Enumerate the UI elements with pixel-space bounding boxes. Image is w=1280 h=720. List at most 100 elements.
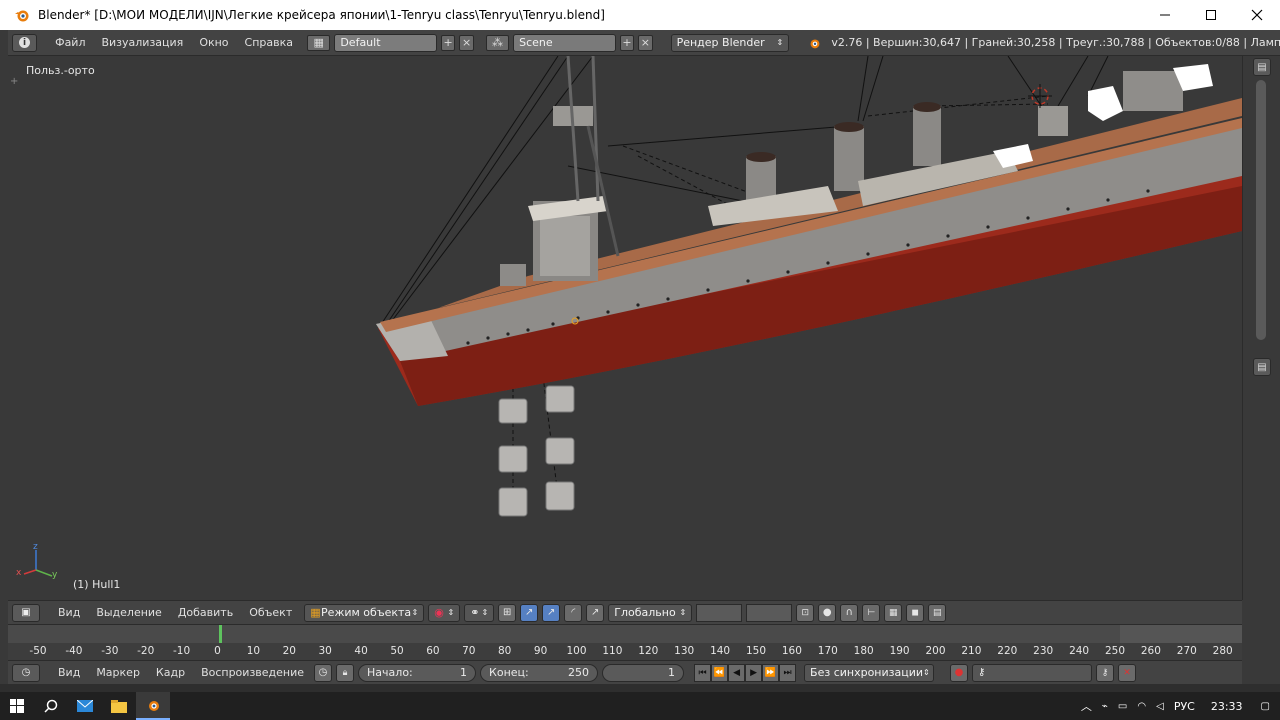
keying-set-field[interactable]: ⚷ <box>972 663 1093 682</box>
frame-end-field[interactable]: Конец: 250 <box>480 663 599 682</box>
auto-keying-toggle[interactable]: ● <box>950 663 969 682</box>
jump-end-icon: ⏭ <box>783 667 792 678</box>
frame-start-label: Начало: <box>367 666 413 679</box>
play-button[interactable]: ▶ <box>745 663 763 682</box>
jump-start-icon: ⏮ <box>698 667 707 678</box>
layers-grid-2[interactable] <box>746 603 793 622</box>
play-reverse-button[interactable]: ◀ <box>728 663 746 682</box>
timeline-editor[interactable]: -50 -40 -30 -20 -10 0 10 20 30 40 50 60 70 80 90 100 110… <box>8 624 1242 660</box>
add-layout-icon[interactable]: + <box>440 34 456 51</box>
taskbar-blender[interactable] <box>136 692 170 720</box>
proportional-edit-toggle[interactable]: ● <box>818 603 837 622</box>
menu-frame[interactable]: Кадр <box>150 666 191 679</box>
frame-tick-label: 250 <box>1104 645 1126 657</box>
render-engine-label: Рендер Blender <box>676 36 765 49</box>
menu-help[interactable]: Справка <box>239 36 299 49</box>
search-button[interactable] <box>34 692 68 720</box>
lock-layers-toggle[interactable]: ⊡ <box>796 603 815 622</box>
frame-tick-label: 110 <box>602 645 623 657</box>
snap-toggle[interactable]: ∩ <box>840 603 859 622</box>
editor-type-timeline[interactable]: ◷ <box>12 663 40 682</box>
menu-view[interactable]: Вид <box>52 606 86 619</box>
menu-playback[interactable]: Воспроизведение <box>195 666 310 679</box>
film-icon: ▤ <box>932 607 942 618</box>
taskbar-explorer[interactable] <box>102 692 136 720</box>
frame-tick-label: 120 <box>638 645 659 657</box>
render-engine-select[interactable]: Рендер Blender ⇕ <box>670 33 790 52</box>
clock-time[interactable]: 23:33 <box>1211 700 1243 713</box>
jump-end-button[interactable]: ⏭ <box>779 663 797 682</box>
key-icon: ⚷ <box>978 667 986 678</box>
frame-start-field[interactable]: Начало: 1 <box>358 663 477 682</box>
current-frame-field[interactable]: 1 <box>602 663 685 682</box>
menu-marker[interactable]: Маркер <box>90 666 146 679</box>
minimize-button[interactable] <box>1142 0 1188 30</box>
toolshelf-toggle-icon[interactable]: + <box>10 76 18 87</box>
prev-keyframe-icon: ⏪ <box>713 667 726 678</box>
menu-object[interactable]: Объект <box>243 606 298 619</box>
interaction-mode-select[interactable]: ▦ Режим объекта ⇕ <box>304 603 425 622</box>
menu-add[interactable]: Добавить <box>172 606 239 619</box>
jump-start-button[interactable]: ⏮ <box>694 663 712 682</box>
insert-keyframe-button[interactable]: ⚷ <box>1096 663 1115 682</box>
transform-orientation-select[interactable]: Глобально ⇕ <box>608 603 693 622</box>
editor-type-info[interactable]: i <box>12 33 38 52</box>
viewport-shading-select[interactable]: ◉ ⇕ <box>428 603 461 622</box>
scene-icon[interactable]: ⁂ <box>485 34 510 51</box>
battery-icon[interactable]: ▭ <box>1118 701 1127 712</box>
render-opengl-button[interactable]: ◼ <box>906 603 925 622</box>
pivot-point-select[interactable]: ⚭ ⇕ <box>464 603 495 622</box>
prev-keyframe-button[interactable]: ⏪ <box>711 663 729 682</box>
frame-tick-label: 60 <box>426 645 440 657</box>
vertical-scrollbar[interactable] <box>1256 80 1266 340</box>
notification-icon[interactable]: ▢ <box>1261 701 1270 712</box>
screen-layout-icon[interactable]: ▦ <box>307 34 331 51</box>
frame-ruler: -50 -40 -30 -20 -10 0 10 20 30 40 50 60 70 80 90 100 110… <box>8 645 1242 659</box>
snap-target-toggle[interactable]: ▦ <box>884 603 903 622</box>
taskbar-mail[interactable] <box>68 692 102 720</box>
menu-select[interactable]: Выделение <box>90 606 168 619</box>
remove-scene-icon[interactable]: × <box>638 34 653 51</box>
rotate-manipulator[interactable]: ↗ <box>542 603 561 622</box>
scene-field[interactable]: Scene <box>513 33 616 52</box>
lock-time-cursor-toggle[interactable]: 🔒︎ <box>336 663 355 682</box>
3d-viewport[interactable]: Польз.-орто + z x y (1) Hull1 <box>8 56 1242 600</box>
transform-orientation-icon[interactable]: ↗ <box>586 603 605 622</box>
snap-element-select[interactable]: ⊢ <box>862 603 881 622</box>
chevron-updown-icon: ⇕ <box>776 38 784 47</box>
sync-mode-select[interactable]: Без синхронизации ⇕ <box>804 663 935 682</box>
system-tray: ︿ ⌁ ▭ ◠ ◁ РУС 23:33 ▢ <box>1081 698 1280 714</box>
start-button[interactable] <box>0 692 34 720</box>
menu-window[interactable]: Окно <box>193 36 234 49</box>
volume-icon[interactable]: ◁ <box>1156 701 1164 712</box>
input-language[interactable]: РУС <box>1174 700 1195 713</box>
menu-render[interactable]: Визуализация <box>95 36 189 49</box>
timeline-track[interactable] <box>8 625 1242 643</box>
properties-toggle-icon-2[interactable]: ▤ <box>1253 358 1271 376</box>
wifi-icon[interactable]: ◠ <box>1137 701 1146 712</box>
layers-grid-1[interactable] <box>696 603 743 622</box>
frame-start-value: 1 <box>460 666 468 679</box>
properties-toggle-icon[interactable]: ▤ <box>1253 58 1271 76</box>
preview-range-toggle[interactable]: ◷ <box>314 663 333 682</box>
chevron-up-icon[interactable]: ︿ <box>1081 698 1092 714</box>
next-keyframe-button[interactable]: ⏩ <box>762 663 780 682</box>
menu-file[interactable]: Файл <box>49 36 91 49</box>
render-animation-button[interactable]: ▤ <box>928 603 947 622</box>
frame-tick-label: 280 <box>1212 645 1233 657</box>
delete-keyframe-button[interactable]: ✕ <box>1118 663 1137 682</box>
translate-manipulator[interactable]: ↗ <box>520 603 539 622</box>
scale-manipulator[interactable]: ◜ <box>564 603 583 622</box>
remove-layout-icon[interactable]: × <box>459 34 474 51</box>
usb-icon[interactable]: ⌁ <box>1102 701 1108 712</box>
maximize-button[interactable] <box>1188 0 1234 30</box>
manipulator-toggle[interactable]: ⊞ <box>498 603 517 622</box>
menu-tl-view[interactable]: Вид <box>52 666 86 679</box>
screen-layout-field[interactable]: Default <box>334 33 437 52</box>
close-button[interactable] <box>1234 0 1280 30</box>
add-scene-icon[interactable]: + <box>619 34 635 51</box>
3d-view-header: ▣ Вид Выделение Добавить Объект ▦ Режим … <box>8 600 1242 624</box>
frame-end-value: 250 <box>568 666 590 679</box>
current-frame-playhead[interactable] <box>219 625 222 643</box>
editor-type-3dview[interactable]: ▣ <box>12 603 40 622</box>
